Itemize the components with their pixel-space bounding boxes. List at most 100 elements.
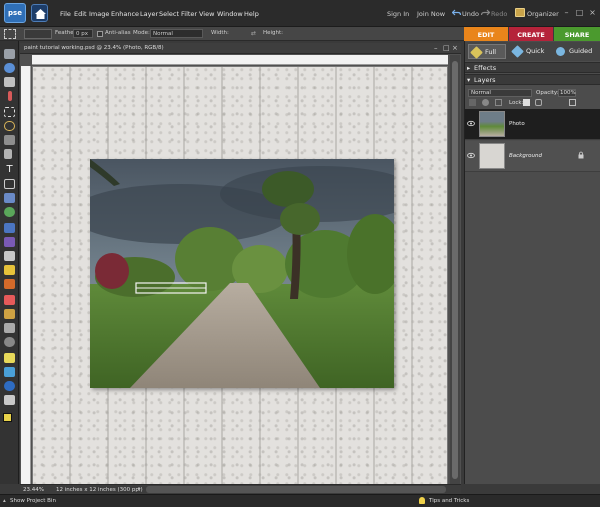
eye-icon[interactable]: [467, 120, 475, 127]
join-now-link[interactable]: Join Now: [417, 10, 445, 18]
quick-selection-tool-icon[interactable]: [4, 149, 12, 159]
menu-file[interactable]: File: [60, 10, 71, 18]
quick-edit-icon: [511, 45, 524, 58]
redo-icon[interactable]: [481, 9, 490, 17]
wood-canvas[interactable]: [32, 66, 448, 486]
close-button[interactable]: ×: [588, 8, 597, 17]
adjustment-layer-icon[interactable]: [482, 99, 489, 106]
menu-window[interactable]: Window: [217, 10, 243, 18]
document-minimize-button[interactable]: –: [434, 44, 438, 52]
opacity-label: Opacity:: [536, 90, 559, 96]
red-eye-tool-icon[interactable]: [4, 207, 15, 217]
trash-icon[interactable]: [569, 99, 576, 106]
selection-mode-buttons[interactable]: [24, 29, 52, 39]
tips-and-tricks-button[interactable]: Tips and Tricks: [429, 498, 469, 504]
menu-layer[interactable]: Layer: [140, 10, 158, 18]
feather-input[interactable]: 0 px: [73, 29, 93, 38]
marquee-tool-icon[interactable]: [4, 107, 15, 117]
menu-select[interactable]: Select: [159, 10, 179, 18]
paint-bucket-tool-icon[interactable]: [4, 309, 15, 319]
spot-healing-tool-icon[interactable]: [4, 223, 15, 233]
full-edit-icon: [470, 46, 483, 59]
undo-button[interactable]: Undo: [462, 10, 479, 18]
antialias-checkbox[interactable]: [97, 31, 103, 37]
document-close-button[interactable]: ×: [452, 44, 458, 52]
layer-name-background[interactable]: Background: [509, 153, 542, 159]
minimize-button[interactable]: –: [562, 8, 571, 17]
move-tool-icon[interactable]: [4, 49, 15, 59]
background-layer-thumbnail: [479, 143, 505, 169]
photo-layer-image[interactable]: [90, 159, 394, 388]
menu-help[interactable]: Help: [244, 10, 259, 18]
recompose-tool-icon[interactable]: [4, 193, 15, 203]
foreground-color-swatch[interactable]: [3, 413, 12, 422]
clone-stamp-tool-icon[interactable]: [4, 237, 15, 247]
tab-guided-label: Guided: [569, 47, 593, 55]
eraser-tool-icon[interactable]: [4, 251, 15, 261]
link-layers-icon[interactable]: [495, 99, 502, 106]
undo-icon[interactable]: [452, 9, 461, 17]
menu-enhance[interactable]: Enhance: [111, 10, 139, 18]
shape-tool-icon[interactable]: [4, 337, 15, 347]
zoom-level[interactable]: 23.44%: [23, 487, 44, 493]
home-button[interactable]: [31, 4, 48, 22]
edit-mode-tabs: Full Quick Guided: [465, 42, 600, 61]
collapsed-arrow-icon: ▸: [467, 64, 471, 72]
layer-name-photo[interactable]: Photo: [509, 121, 525, 127]
tab-guided[interactable]: Guided: [553, 44, 599, 59]
crop-tool-icon[interactable]: [4, 179, 15, 189]
tab-quick-label: Quick: [526, 47, 545, 55]
opacity-input[interactable]: 100%: [558, 89, 576, 97]
menu-filter[interactable]: Filter: [181, 10, 197, 18]
status-menu-arrow-icon[interactable]: ▸: [138, 486, 141, 492]
hand-tool-icon[interactable]: [4, 77, 15, 87]
sponge-tool-icon[interactable]: [4, 367, 15, 377]
eyedropper-tool-icon[interactable]: [8, 91, 12, 101]
brush-tool-icon[interactable]: [4, 265, 15, 275]
blend-mode-select[interactable]: Normal: [468, 89, 532, 97]
layer-row-background[interactable]: Background: [465, 141, 600, 172]
tab-full[interactable]: Full: [468, 44, 506, 59]
document-size-info[interactable]: 12 inches x 12 inches (300 ppi): [56, 487, 143, 493]
smudge-tool-icon[interactable]: [4, 381, 15, 391]
home-icon: [35, 9, 46, 19]
expanded-arrow-icon: ▾: [467, 76, 471, 84]
sign-in-link[interactable]: Sign In: [387, 10, 409, 18]
bottom-bar: ▴ Show Project Bin Tips and Tricks: [0, 494, 600, 507]
maximize-button[interactable]: □: [575, 8, 584, 17]
document-tab-title[interactable]: paint tutorial working.psd @ 23.4% (Phot…: [20, 43, 461, 54]
gradient-tool-icon[interactable]: [4, 323, 15, 333]
effects-panel-header[interactable]: ▸ Effects: [465, 62, 600, 73]
lock-transparency-icon[interactable]: [523, 99, 530, 106]
layer-row-photo[interactable]: Photo: [465, 109, 600, 140]
lasso-tool-icon[interactable]: [4, 121, 15, 131]
vertical-scrollbar[interactable]: [450, 55, 460, 486]
blur-tool-icon[interactable]: [4, 353, 15, 363]
mode-label: Mode:: [133, 30, 150, 36]
eye-icon[interactable]: [467, 152, 475, 159]
layers-panel-header[interactable]: ▾ Layers: [465, 74, 600, 85]
mode-select[interactable]: Normal: [150, 29, 203, 38]
smart-brush-tool-icon[interactable]: [4, 279, 15, 289]
swap-icon[interactable]: ⇄: [251, 31, 257, 37]
menu-edit[interactable]: Edit: [74, 10, 87, 18]
menu-image[interactable]: Image: [89, 10, 109, 18]
zoom-tool-icon[interactable]: [4, 63, 15, 73]
new-layer-icon[interactable]: [469, 99, 476, 106]
lock-all-icon[interactable]: [535, 99, 542, 106]
menu-view[interactable]: View: [199, 10, 214, 18]
vertical-scroll-thumb[interactable]: [452, 61, 458, 479]
tool-options-bar: Feather: 0 px Anti-alias Mode: Normal Wi…: [0, 27, 464, 41]
document-maximize-button[interactable]: □: [443, 44, 450, 52]
horizontal-scrollbar[interactable]: [146, 486, 446, 493]
tab-quick[interactable]: Quick: [510, 44, 550, 59]
magic-wand-tool-icon[interactable]: [4, 135, 15, 145]
show-project-bin-button[interactable]: Show Project Bin: [10, 498, 56, 504]
dodge-tool-icon[interactable]: [4, 395, 15, 405]
marquee-tool-preset-icon[interactable]: [4, 29, 16, 39]
type-tool-icon[interactable]: T: [4, 165, 15, 175]
pencil-tool-icon[interactable]: [4, 295, 15, 305]
height-label: Height:: [263, 30, 284, 36]
redo-button[interactable]: Redo: [491, 10, 507, 18]
organizer-button[interactable]: Organizer: [527, 10, 559, 18]
